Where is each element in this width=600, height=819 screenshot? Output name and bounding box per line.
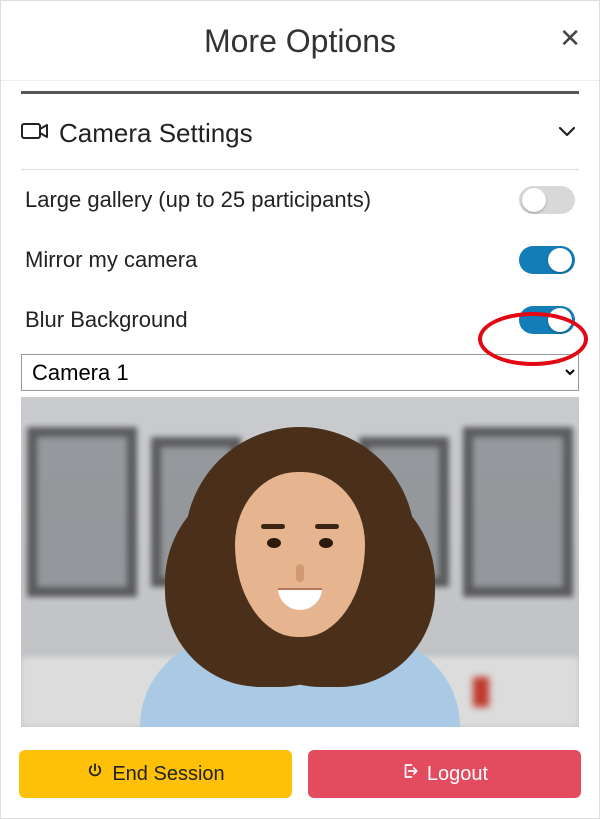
divider <box>21 91 579 94</box>
mirror-camera-label: Mirror my camera <box>25 247 197 273</box>
power-icon <box>86 762 104 786</box>
logout-label: Logout <box>427 763 488 786</box>
end-session-button[interactable]: End Session <box>19 750 292 798</box>
end-session-label: End Session <box>112 763 224 786</box>
blur-background-toggle[interactable] <box>519 306 575 334</box>
preview-person <box>160 417 440 727</box>
camera-preview <box>21 397 579 727</box>
large-gallery-label: Large gallery (up to 25 participants) <box>25 187 371 213</box>
background-frame <box>27 427 137 597</box>
camera-icon <box>21 121 49 146</box>
mirror-camera-toggle[interactable] <box>519 246 575 274</box>
section-title: Camera Settings <box>59 118 253 149</box>
chevron-down-icon <box>555 119 579 148</box>
logout-icon <box>401 762 419 786</box>
modal-footer: End Session Logout <box>1 734 599 818</box>
row-blur-background: Blur Background <box>21 290 579 350</box>
modal-header: More Options ✕ <box>1 1 599 81</box>
blur-background-label: Blur Background <box>25 307 188 333</box>
large-gallery-toggle[interactable] <box>519 186 575 214</box>
camera-select[interactable]: Camera 1 <box>21 354 579 391</box>
modal-title: More Options <box>204 23 396 60</box>
modal-content[interactable]: Camera Settings Large gallery (up to 25 … <box>1 81 599 734</box>
logout-button[interactable]: Logout <box>308 750 581 798</box>
more-options-modal: More Options ✕ Camera Settings Large gal… <box>0 0 600 819</box>
background-frame <box>463 427 573 597</box>
row-mirror-camera: Mirror my camera <box>21 230 579 290</box>
camera-settings-header[interactable]: Camera Settings <box>21 118 579 170</box>
close-icon[interactable]: ✕ <box>559 25 581 51</box>
row-large-gallery: Large gallery (up to 25 participants) <box>21 170 579 230</box>
